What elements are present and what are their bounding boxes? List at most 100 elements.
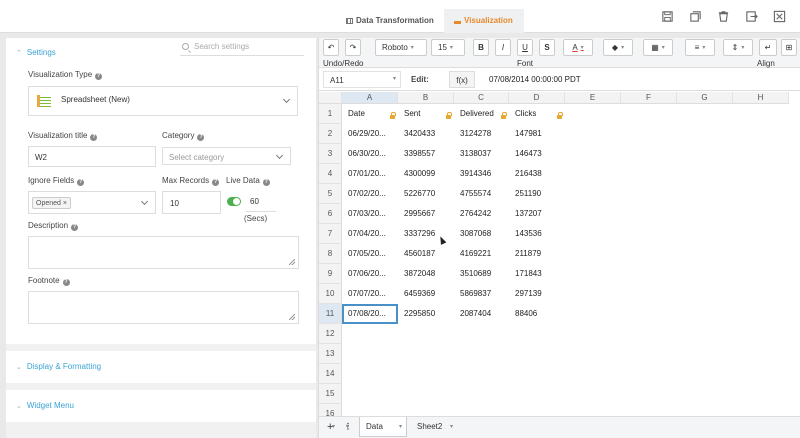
select-all-corner[interactable] [319,92,342,104]
table-cell[interactable]: 06/29/20... [342,124,398,144]
table-cell[interactable]: 07/03/20... [342,204,398,224]
column-header[interactable]: E [565,92,621,104]
row-header[interactable]: 10 [319,284,342,304]
table-cell[interactable]: 06/30/20... [342,144,398,164]
column-header[interactable]: F [621,92,677,104]
row-header[interactable]: 6 [319,204,342,224]
search-input[interactable]: Search settings [180,40,304,56]
vis-title-input[interactable]: W2 [28,146,156,167]
table-cell[interactable]: 3124278 [454,124,509,144]
table-cell[interactable]: 2087404 [454,304,509,324]
column-header[interactable]: H [733,92,789,104]
row-header[interactable]: 9 [319,264,342,284]
wrap-text-button[interactable]: ↵ [759,39,777,56]
widget-menu-section[interactable]: ⌄ Widget Menu [6,390,316,422]
row-header[interactable]: 3 [319,144,342,164]
table-cell[interactable]: 216438 [509,164,565,184]
tab-visualization[interactable]: Visualization [444,9,524,33]
merge-cells-button[interactable]: ⊞ [781,39,797,56]
add-sheet-button[interactable]: + [323,417,339,437]
column-header[interactable]: A [342,92,398,104]
resize-handle-icon[interactable] [289,314,295,320]
underline-button[interactable]: U [517,39,533,56]
table-cell[interactable]: 6459369 [398,284,454,304]
font-family-select[interactable]: Roboto [375,39,427,56]
column-header[interactable]: G [677,92,733,104]
table-cell[interactable]: 5226770 [398,184,454,204]
spreadsheet-grid[interactable]: A B C D E F G H 1 2 3 4 5 6 7 8 9 10 11 12 13 14 15 16 Date Sent D… [319,92,800,418]
italic-button[interactable]: I [495,39,511,56]
table-cell[interactable]: 3398557 [398,144,454,164]
save-icon[interactable] [660,9,674,23]
undo-button[interactable]: ↶ [323,39,339,56]
table-cell[interactable]: 07/01/20... [342,164,398,184]
row-header[interactable]: 12 [319,324,342,344]
fill-color-button[interactable]: ◆ [603,39,633,56]
footnote-textarea[interactable] [28,291,299,324]
header-cell[interactable]: Date [342,104,398,124]
table-cell[interactable]: 297139 [509,284,565,304]
table-cell[interactable]: 07/02/20... [342,184,398,204]
row-header[interactable]: 5 [319,184,342,204]
strikethrough-button[interactable]: S [539,39,555,56]
table-cell[interactable]: 147981 [509,124,565,144]
table-cell[interactable]: 3914346 [454,164,509,184]
table-cell[interactable]: 3420433 [398,124,454,144]
table-cell[interactable]: 4169221 [454,244,509,264]
table-cell[interactable]: 07/07/20... [342,284,398,304]
live-data-input[interactable]: 60 [246,191,276,212]
column-header[interactable]: B [398,92,454,104]
header-cell[interactable]: Delivered [454,104,509,124]
row-header[interactable]: 11 [319,304,342,324]
table-cell[interactable]: 2295850 [398,304,454,324]
column-header[interactable]: C [454,92,509,104]
redo-button[interactable]: ↷ [345,39,361,56]
table-cell[interactable]: 3138037 [454,144,509,164]
row-header[interactable]: 8 [319,244,342,264]
settings-header[interactable]: ⌃ Settings [16,48,56,57]
table-cell[interactable]: 211879 [509,244,565,264]
resize-handle-icon[interactable] [289,259,295,265]
trash-icon[interactable] [716,9,730,23]
row-header[interactable]: 1 [319,104,342,124]
align-horizontal-button[interactable]: ≡ [685,39,715,56]
header-cell[interactable]: Clicks [509,104,565,124]
table-cell[interactable]: 07/05/20... [342,244,398,264]
display-formatting-section[interactable]: ⌄ Display & Formatting [6,351,316,383]
table-cell[interactable]: 3872048 [398,264,454,284]
table-cell[interactable]: 88406 [509,304,565,324]
table-cell[interactable]: 137207 [509,204,565,224]
table-cell[interactable]: 07/04/20... [342,224,398,244]
row-header[interactable]: 2 [319,124,342,144]
row-header[interactable]: 13 [319,344,342,364]
description-textarea[interactable] [28,236,299,269]
field-chip[interactable]: Opened × [32,197,71,209]
live-data-toggle[interactable] [227,197,241,206]
font-color-button[interactable]: A [563,39,593,56]
row-header[interactable]: 7 [319,224,342,244]
font-size-select[interactable]: 15 [431,39,465,56]
row-header[interactable]: 4 [319,164,342,184]
table-cell[interactable]: 251190 [509,184,565,204]
max-records-input[interactable]: 10 [162,191,221,214]
table-cell[interactable]: 2995667 [398,204,454,224]
export-icon[interactable] [744,9,758,23]
table-cell[interactable]: 4300099 [398,164,454,184]
table-cell[interactable]: 07/06/20... [342,264,398,284]
table-cell[interactable]: 3087068 [454,224,509,244]
row-header[interactable]: 15 [319,384,342,404]
bold-button[interactable]: B [473,39,489,56]
sheet-menu-button[interactable]: ⋮ [341,417,353,437]
sheet-tab-sheet2[interactable]: Sheet2 [411,417,457,437]
table-cell[interactable]: 143536 [509,224,565,244]
table-cell[interactable]: 146473 [509,144,565,164]
table-cell[interactable]: 5869837 [454,284,509,304]
function-button[interactable]: f(x) [449,71,475,88]
ignore-fields-select[interactable]: Opened × [28,191,156,214]
close-icon[interactable] [772,9,786,23]
table-cell[interactable]: 4560187 [398,244,454,264]
borders-button[interactable]: ▦ [643,39,673,56]
formula-input[interactable]: 07/08/2014 00:00:00 PDT [489,75,581,84]
row-header[interactable]: 14 [319,364,342,384]
cell-reference[interactable]: A11 ▾ [323,71,401,88]
